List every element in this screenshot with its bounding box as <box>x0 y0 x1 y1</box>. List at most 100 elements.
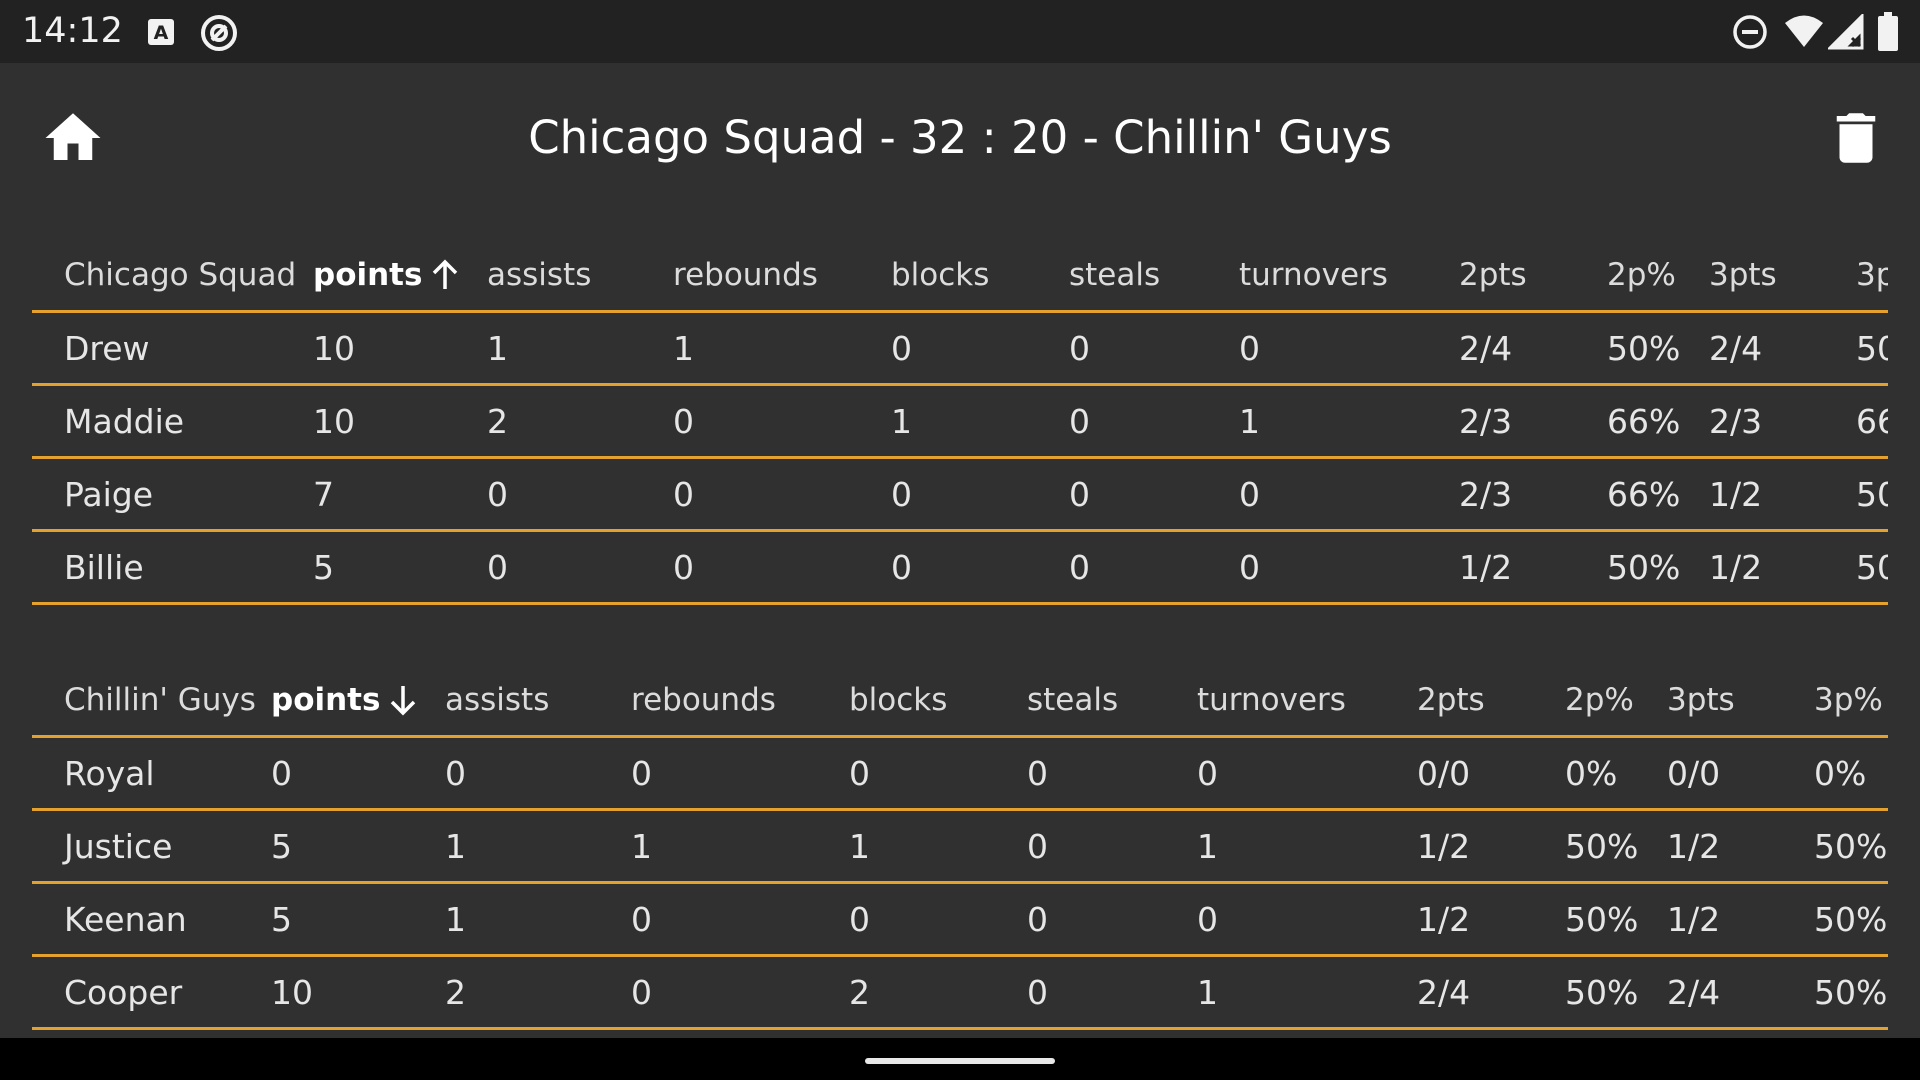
stat-3pts: 2/4 <box>1667 972 1721 1012</box>
stat-2p-pct: 66% <box>1607 474 1681 514</box>
stat-points: 5 <box>271 826 292 866</box>
stat-assists: 0 <box>487 474 508 514</box>
stat-turnovers: 1 <box>1197 826 1218 866</box>
stat-turnovers: 0 <box>1197 753 1218 793</box>
stat-2pts: 2/4 <box>1459 328 1513 368</box>
signal-icon <box>1828 14 1864 50</box>
wifi-icon <box>1785 15 1823 47</box>
stat-assists: 0 <box>445 753 466 793</box>
col-header-blocks[interactable]: blocks <box>891 240 989 310</box>
player-name: Royal <box>64 753 155 793</box>
stat-points: 10 <box>271 972 313 1012</box>
sort-descending-icon <box>391 686 416 716</box>
stat-turnovers: 0 <box>1197 899 1218 939</box>
stat-2pts: 2/3 <box>1459 474 1513 514</box>
team-name-header: Chillin' Guys <box>64 682 256 718</box>
stat-steals: 0 <box>1027 972 1048 1012</box>
stat-blocks: 0 <box>849 899 870 939</box>
col-header-turnovers[interactable]: turnovers <box>1197 665 1346 735</box>
stat-3pts: 2/3 <box>1709 401 1763 441</box>
stat-steals: 0 <box>1069 547 1090 587</box>
stat-assists: 2 <box>487 401 508 441</box>
table-header-row: Chicago Squad points assists rebounds bl… <box>32 240 1888 313</box>
col-header-3pts[interactable]: 3pts <box>1709 240 1777 310</box>
gesture-handle[interactable] <box>865 1058 1055 1064</box>
stat-3pts: 1/2 <box>1709 474 1763 514</box>
team-table-2-inner: Chillin' Guys points assists rebounds bl… <box>32 665 1888 1030</box>
stat-turnovers: 1 <box>1239 401 1260 441</box>
dnd-icon <box>1733 15 1767 49</box>
stat-blocks: 2 <box>849 972 870 1012</box>
col-header-2pts[interactable]: 2pts <box>1459 240 1527 310</box>
stat-3p-pct: 50% <box>1814 972 1888 1012</box>
table-header-row: Chillin' Guys points assists rebounds bl… <box>32 665 1888 738</box>
stat-points: 0 <box>271 753 292 793</box>
col-header-blocks[interactable]: blocks <box>849 665 947 735</box>
table-row: Royal 0 0 0 0 0 0 0/0 0% 0/0 0% <box>32 738 1888 811</box>
col-header-label: points <box>313 257 423 293</box>
stat-rebounds: 0 <box>673 474 694 514</box>
stat-2p-pct: 50% <box>1607 328 1681 368</box>
col-header-3p-pct[interactable]: 3p% <box>1856 240 1888 310</box>
stat-turnovers: 0 <box>1239 474 1260 514</box>
stat-blocks: 0 <box>849 753 870 793</box>
delete-button[interactable] <box>1820 105 1892 171</box>
col-header-steals[interactable]: steals <box>1069 240 1160 310</box>
table-row: Justice 5 1 1 1 0 1 1/2 50% 1/2 50% <box>32 811 1888 884</box>
col-header-points[interactable]: points <box>313 240 460 310</box>
stat-steals: 0 <box>1027 899 1048 939</box>
stat-2p-pct: 50% <box>1607 547 1681 587</box>
stat-2p-pct: 0% <box>1565 753 1618 793</box>
at-sign-icon <box>201 15 237 51</box>
stat-points: 10 <box>313 401 355 441</box>
trash-icon <box>1836 113 1876 163</box>
col-header-rebounds[interactable]: rebounds <box>673 240 818 310</box>
table-row: Maddie 10 2 0 1 0 1 2/3 66% 2/3 66% <box>32 386 1888 459</box>
table-row: Paige 7 0 0 0 0 0 2/3 66% 1/2 50% <box>32 459 1888 532</box>
stat-steals: 0 <box>1069 474 1090 514</box>
player-name: Paige <box>64 474 154 514</box>
stat-3p-pct: 50% <box>1856 547 1888 587</box>
stat-assists: 0 <box>487 547 508 587</box>
stat-3pts: 1/2 <box>1709 547 1763 587</box>
status-bar: 14:12 A <box>0 0 1920 63</box>
stat-2p-pct: 50% <box>1565 826 1639 866</box>
col-header-assists[interactable]: assists <box>445 665 549 735</box>
stat-3p-pct: 50% <box>1814 899 1888 939</box>
stat-turnovers: 0 <box>1239 328 1260 368</box>
player-name: Keenan <box>64 899 187 939</box>
player-name: Cooper <box>64 972 183 1012</box>
col-header-3p-pct[interactable]: 3p% <box>1814 665 1883 735</box>
table-row: Drew 10 1 1 0 0 0 2/4 50% 2/4 50% <box>32 313 1888 386</box>
col-header-2pts[interactable]: 2pts <box>1417 665 1485 735</box>
stat-rebounds: 1 <box>631 826 652 866</box>
stat-3pts: 1/2 <box>1667 826 1721 866</box>
player-name: Maddie <box>64 401 185 441</box>
stat-3p-pct: 50% <box>1856 474 1888 514</box>
col-header-turnovers[interactable]: turnovers <box>1239 240 1388 310</box>
stat-turnovers: 1 <box>1197 972 1218 1012</box>
stat-2pts: 0/0 <box>1417 753 1471 793</box>
stat-assists: 2 <box>445 972 466 1012</box>
col-header-points[interactable]: points <box>271 665 418 735</box>
svg-text:A: A <box>154 22 169 44</box>
stat-blocks: 1 <box>849 826 870 866</box>
stat-2pts: 1/2 <box>1459 547 1513 587</box>
stat-turnovers: 0 <box>1239 547 1260 587</box>
stat-assists: 1 <box>445 826 466 866</box>
col-header-assists[interactable]: assists <box>487 240 591 310</box>
col-header-steals[interactable]: steals <box>1027 665 1118 735</box>
col-header-3pts[interactable]: 3pts <box>1667 665 1735 735</box>
home-button[interactable] <box>40 105 106 171</box>
col-header-2p-pct[interactable]: 2p% <box>1565 665 1634 735</box>
col-header-label: points <box>271 682 381 718</box>
col-header-2p-pct[interactable]: 2p% <box>1607 240 1676 310</box>
app-bar: Chicago Squad - 32 : 20 - Chillin' Guys <box>0 63 1920 213</box>
col-header-rebounds[interactable]: rebounds <box>631 665 776 735</box>
stat-assists: 1 <box>445 899 466 939</box>
team-table-1-inner: Chicago Squad points assists rebounds bl… <box>32 240 1888 605</box>
stat-3p-pct: 0% <box>1814 753 1867 793</box>
stat-3p-pct: 66% <box>1856 401 1888 441</box>
stat-2pts: 2/3 <box>1459 401 1513 441</box>
a-notification-icon: A <box>148 19 174 45</box>
